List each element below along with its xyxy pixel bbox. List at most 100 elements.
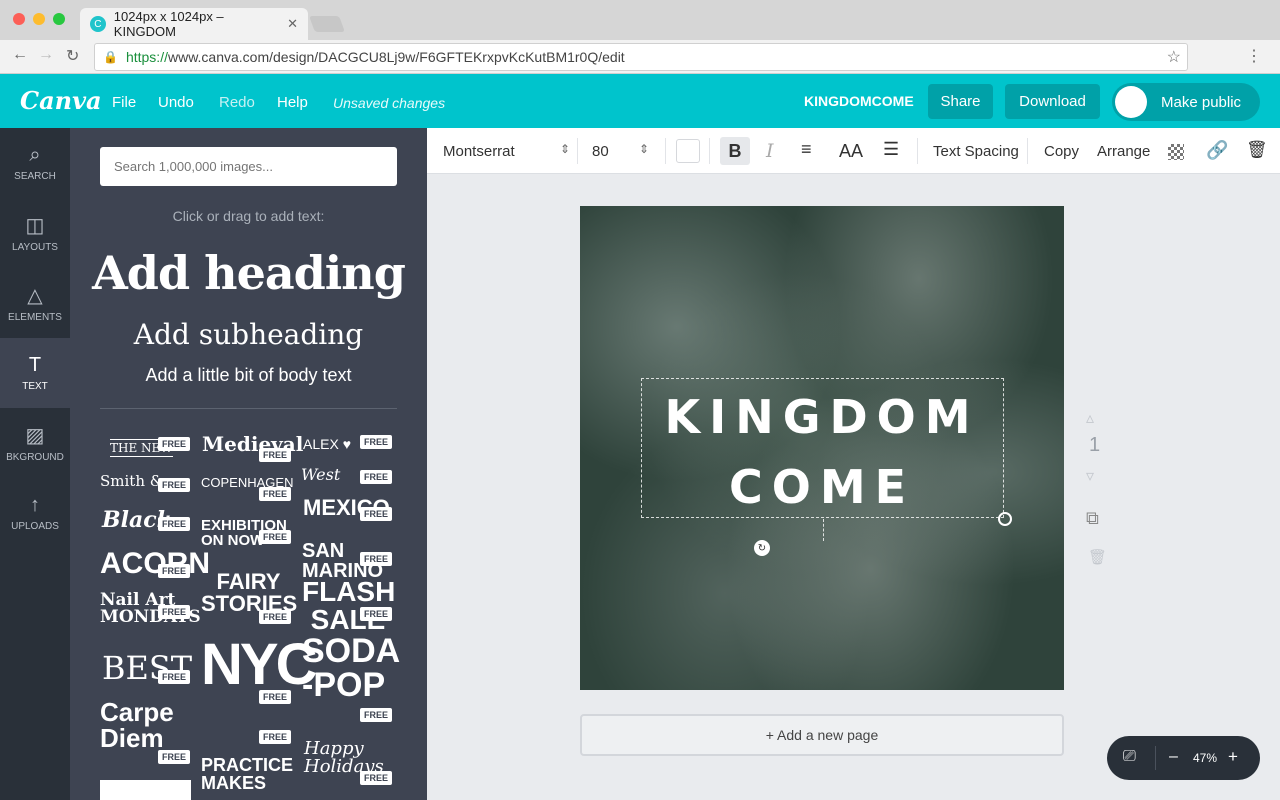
toolbar-divider: [917, 138, 918, 164]
template-smith[interactable]: Smith &: [100, 474, 163, 489]
editor-topbar: Canva File Undo Redo Help Unsaved change…: [0, 74, 1280, 128]
download-button[interactable]: Download: [1005, 84, 1100, 119]
font-family-chevron-icon[interactable]: ⇕: [560, 142, 570, 156]
page-number: 1: [1089, 434, 1101, 456]
toolbar-divider: [577, 138, 578, 164]
menu-file[interactable]: File: [112, 94, 136, 111]
presentation-icon[interactable]: ⎚: [1123, 748, 1136, 766]
move-page-up-icon[interactable]: ▵: [1086, 408, 1094, 428]
bookmark-star-icon[interactable]: ☆: [1167, 47, 1181, 67]
letter-case-button[interactable]: AA: [839, 141, 863, 162]
free-badge: FREE: [259, 487, 292, 501]
sidebar-item-label: ELEMENTS: [8, 312, 62, 323]
text-color-swatch[interactable]: [676, 139, 700, 163]
sidebar-item-uploads[interactable]: ↑ UPLOADS: [0, 478, 70, 548]
sidebar-item-layouts[interactable]: ◫ LAYOUTS: [0, 198, 70, 268]
new-tab-button[interactable]: [309, 16, 345, 32]
italic-button[interactable]: I: [766, 140, 774, 162]
move-page-down-icon[interactable]: ▿: [1086, 466, 1094, 486]
menu-undo[interactable]: Undo: [158, 94, 194, 111]
menu-redo[interactable]: Redo: [219, 94, 255, 111]
add-body-text-button[interactable]: Add a little bit of body text: [70, 365, 427, 386]
sidebar-item-label: SEARCH: [14, 171, 56, 182]
close-window-button[interactable]: [13, 13, 25, 25]
browser-tab[interactable]: C 1024px x 1024px – KINGDOM ✕: [80, 8, 308, 40]
maximize-window-button[interactable]: [53, 13, 65, 25]
free-badge: FREE: [360, 771, 393, 785]
zoom-level[interactable]: 47%: [1193, 751, 1217, 765]
zoom-divider: [1155, 746, 1156, 770]
template-flash-sale[interactable]: FLASH SALE: [302, 578, 395, 634]
url-text: www.canva.com/design/DACGCU8Lj9w/F6GFTEK…: [167, 49, 625, 65]
align-center-icon[interactable]: ≡: [801, 139, 812, 160]
template-blank-white[interactable]: [100, 780, 191, 800]
template-alex[interactable]: ALEX ♥: [303, 437, 351, 451]
delete-page-icon[interactable]: 🗑: [1088, 548, 1107, 566]
tab-close-icon[interactable]: ✕: [287, 16, 298, 32]
tab-bar: C 1024px x 1024px – KINGDOM ✕: [0, 0, 1280, 40]
list-icon[interactable]: ☰: [883, 139, 899, 160]
bold-button[interactable]: B: [720, 137, 750, 165]
template-west[interactable]: West: [301, 467, 340, 483]
background-icon: ▨: [25, 425, 45, 447]
arrange-button[interactable]: Arrange: [1097, 143, 1150, 160]
font-size-chevron-icon[interactable]: ⇕: [639, 142, 649, 156]
back-icon[interactable]: ←: [12, 46, 28, 64]
reload-icon[interactable]: ↻: [66, 46, 79, 66]
font-family-dropdown[interactable]: Montserrat: [443, 143, 515, 160]
text-spacing-button[interactable]: Text Spacing: [933, 143, 1019, 160]
copy-button[interactable]: Copy: [1044, 143, 1079, 160]
text-panel: Click or drag to add text: Add heading A…: [70, 128, 427, 800]
toolbar-divider: [1027, 138, 1028, 164]
sidebar-item-elements[interactable]: △ ELEMENTS: [0, 268, 70, 338]
template-nyc[interactable]: NYC: [201, 636, 317, 694]
template-carpe-diem[interactable]: Carpe Diem: [100, 699, 195, 751]
trash-icon[interactable]: 🗑: [1246, 140, 1268, 160]
sidebar-item-label: LAYOUTS: [12, 242, 58, 253]
menu-help[interactable]: Help: [277, 94, 308, 111]
template-fairy-stories[interactable]: FAIRY STORIES: [201, 571, 297, 615]
free-badge: FREE: [259, 448, 292, 462]
image-search-input[interactable]: [100, 147, 397, 186]
share-button[interactable]: Share: [928, 84, 993, 119]
zoom-in-button[interactable]: +: [1228, 747, 1238, 767]
zoom-control: ⎚ – 47% +: [1107, 736, 1260, 780]
font-size-dropdown[interactable]: 80: [592, 143, 609, 160]
document-name[interactable]: KINGDOMCOME: [804, 93, 914, 109]
add-new-page-button[interactable]: + Add a new page: [580, 714, 1064, 756]
make-public-toggle[interactable]: Make public: [1112, 83, 1260, 121]
sidebar-item-label: TEXT: [22, 381, 48, 392]
duplicate-page-icon[interactable]: ⧉: [1086, 508, 1099, 529]
canva-logo[interactable]: Canva: [20, 86, 102, 115]
add-heading-button[interactable]: Add heading: [70, 246, 427, 300]
resize-handle[interactable]: [998, 512, 1012, 526]
template-practice-makes[interactable]: PRACTICE MAKES: [201, 756, 296, 792]
free-badge: FREE: [360, 708, 393, 722]
layouts-icon: ◫: [25, 215, 45, 237]
sidebar-item-background[interactable]: ▨ BKGROUND: [0, 408, 70, 478]
browser-menu-icon[interactable]: ⋮: [1246, 46, 1262, 66]
link-icon[interactable]: 🔗: [1206, 140, 1228, 161]
free-badge: FREE: [360, 507, 393, 521]
template-soda-pop[interactable]: SODA -POP: [302, 634, 399, 702]
design-canvas[interactable]: KINGDOM COME ↻: [580, 206, 1064, 690]
sidebar-item-text[interactable]: T TEXT: [0, 338, 70, 408]
free-badge: FREE: [360, 470, 393, 484]
free-badge: FREE: [360, 607, 393, 621]
save-status: Unsaved changes: [333, 95, 446, 111]
zoom-out-button[interactable]: –: [1169, 748, 1178, 766]
forward-icon[interactable]: →: [38, 46, 54, 64]
address-bar[interactable]: 🔒 https:// www.canva.com/design/DACGCU8L…: [94, 43, 1188, 71]
template-acorn[interactable]: ACORN: [100, 549, 210, 579]
rotate-handle-icon[interactable]: ↻: [754, 540, 770, 556]
free-badge: FREE: [158, 517, 191, 531]
free-badge: FREE: [259, 690, 292, 704]
sidebar-item-search[interactable]: ⌕ SEARCH: [0, 128, 70, 198]
text-selection-box[interactable]: [641, 378, 1012, 541]
sidebar-item-label: BKGROUND: [6, 452, 64, 463]
toolbar-divider: [709, 138, 710, 164]
add-subheading-button[interactable]: Add subheading: [70, 318, 427, 351]
minimize-window-button[interactable]: [33, 13, 45, 25]
free-badge: FREE: [360, 435, 393, 449]
transparency-icon[interactable]: [1168, 144, 1184, 160]
